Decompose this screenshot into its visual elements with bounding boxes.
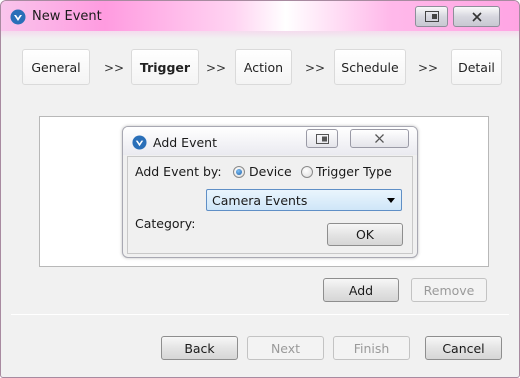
add-event-by-label: Add Event by: <box>135 164 222 179</box>
title-bar[interactable]: New Event <box>1 1 519 31</box>
footer-divider <box>11 314 509 315</box>
remove-button[interactable]: Remove <box>411 278 487 302</box>
category-label: Category: <box>135 216 196 231</box>
next-button[interactable]: Next <box>247 336 324 360</box>
step-separator: >> <box>418 61 439 75</box>
close-button[interactable] <box>453 6 500 27</box>
dialog-title: Add Event <box>153 135 217 150</box>
back-button-label: Back <box>184 340 215 356</box>
cancel-button[interactable]: Cancel <box>425 336 502 360</box>
step-detail-label: Detail <box>458 59 495 75</box>
step-trigger[interactable]: Trigger <box>131 49 199 85</box>
dialog-title-bar[interactable]: Add Event <box>123 127 417 155</box>
finish-button-label: Finish <box>353 340 390 356</box>
close-x-icon <box>471 11 482 22</box>
step-separator: >> <box>206 61 227 75</box>
step-general[interactable]: General <box>22 49 90 85</box>
window-title: New Event <box>32 9 102 24</box>
step-trigger-label: Trigger <box>139 59 191 75</box>
new-event-window: New Event General >> Trigger >> Action >… <box>0 0 520 378</box>
app-shield-icon <box>10 9 26 25</box>
close-x-icon <box>375 134 384 143</box>
restore-icon <box>315 133 329 144</box>
step-action[interactable]: Action <box>235 49 292 85</box>
chevron-down-icon <box>387 198 395 203</box>
app-shield-icon <box>132 135 147 150</box>
restore-button[interactable] <box>415 6 448 27</box>
ok-button-label: OK <box>355 227 375 242</box>
step-action-label: Action <box>243 59 284 75</box>
add-event-dialog: Add Event Add Event by: Device Trigger T… <box>122 126 418 258</box>
radio-device[interactable] <box>233 166 245 178</box>
step-schedule[interactable]: Schedule <box>334 49 406 85</box>
finish-button[interactable]: Finish <box>333 336 410 360</box>
remove-button-label: Remove <box>423 282 475 298</box>
step-general-label: General <box>31 59 81 75</box>
restore-icon <box>424 11 439 22</box>
dialog-restore-button[interactable] <box>306 129 338 148</box>
category-select-value: Camera Events <box>212 192 308 208</box>
step-separator: >> <box>104 61 125 75</box>
radio-trigger-type-label[interactable]: Trigger Type <box>316 164 392 179</box>
category-select[interactable]: Camera Events <box>206 189 402 211</box>
back-button[interactable]: Back <box>161 336 238 360</box>
add-button-label: Add <box>348 282 374 298</box>
ok-button[interactable]: OK <box>327 223 403 246</box>
step-separator: >> <box>305 61 326 75</box>
radio-device-label[interactable]: Device <box>249 164 292 179</box>
cancel-button-label: Cancel <box>442 340 485 356</box>
step-detail[interactable]: Detail <box>451 49 502 85</box>
step-schedule-label: Schedule <box>341 59 399 75</box>
dialog-close-button[interactable] <box>350 129 409 148</box>
next-button-label: Next <box>270 340 301 356</box>
dialog-body: Add Event by: Device Trigger Type Catego… <box>127 156 413 254</box>
radio-trigger-type[interactable] <box>301 166 313 178</box>
add-button[interactable]: Add <box>323 278 399 302</box>
